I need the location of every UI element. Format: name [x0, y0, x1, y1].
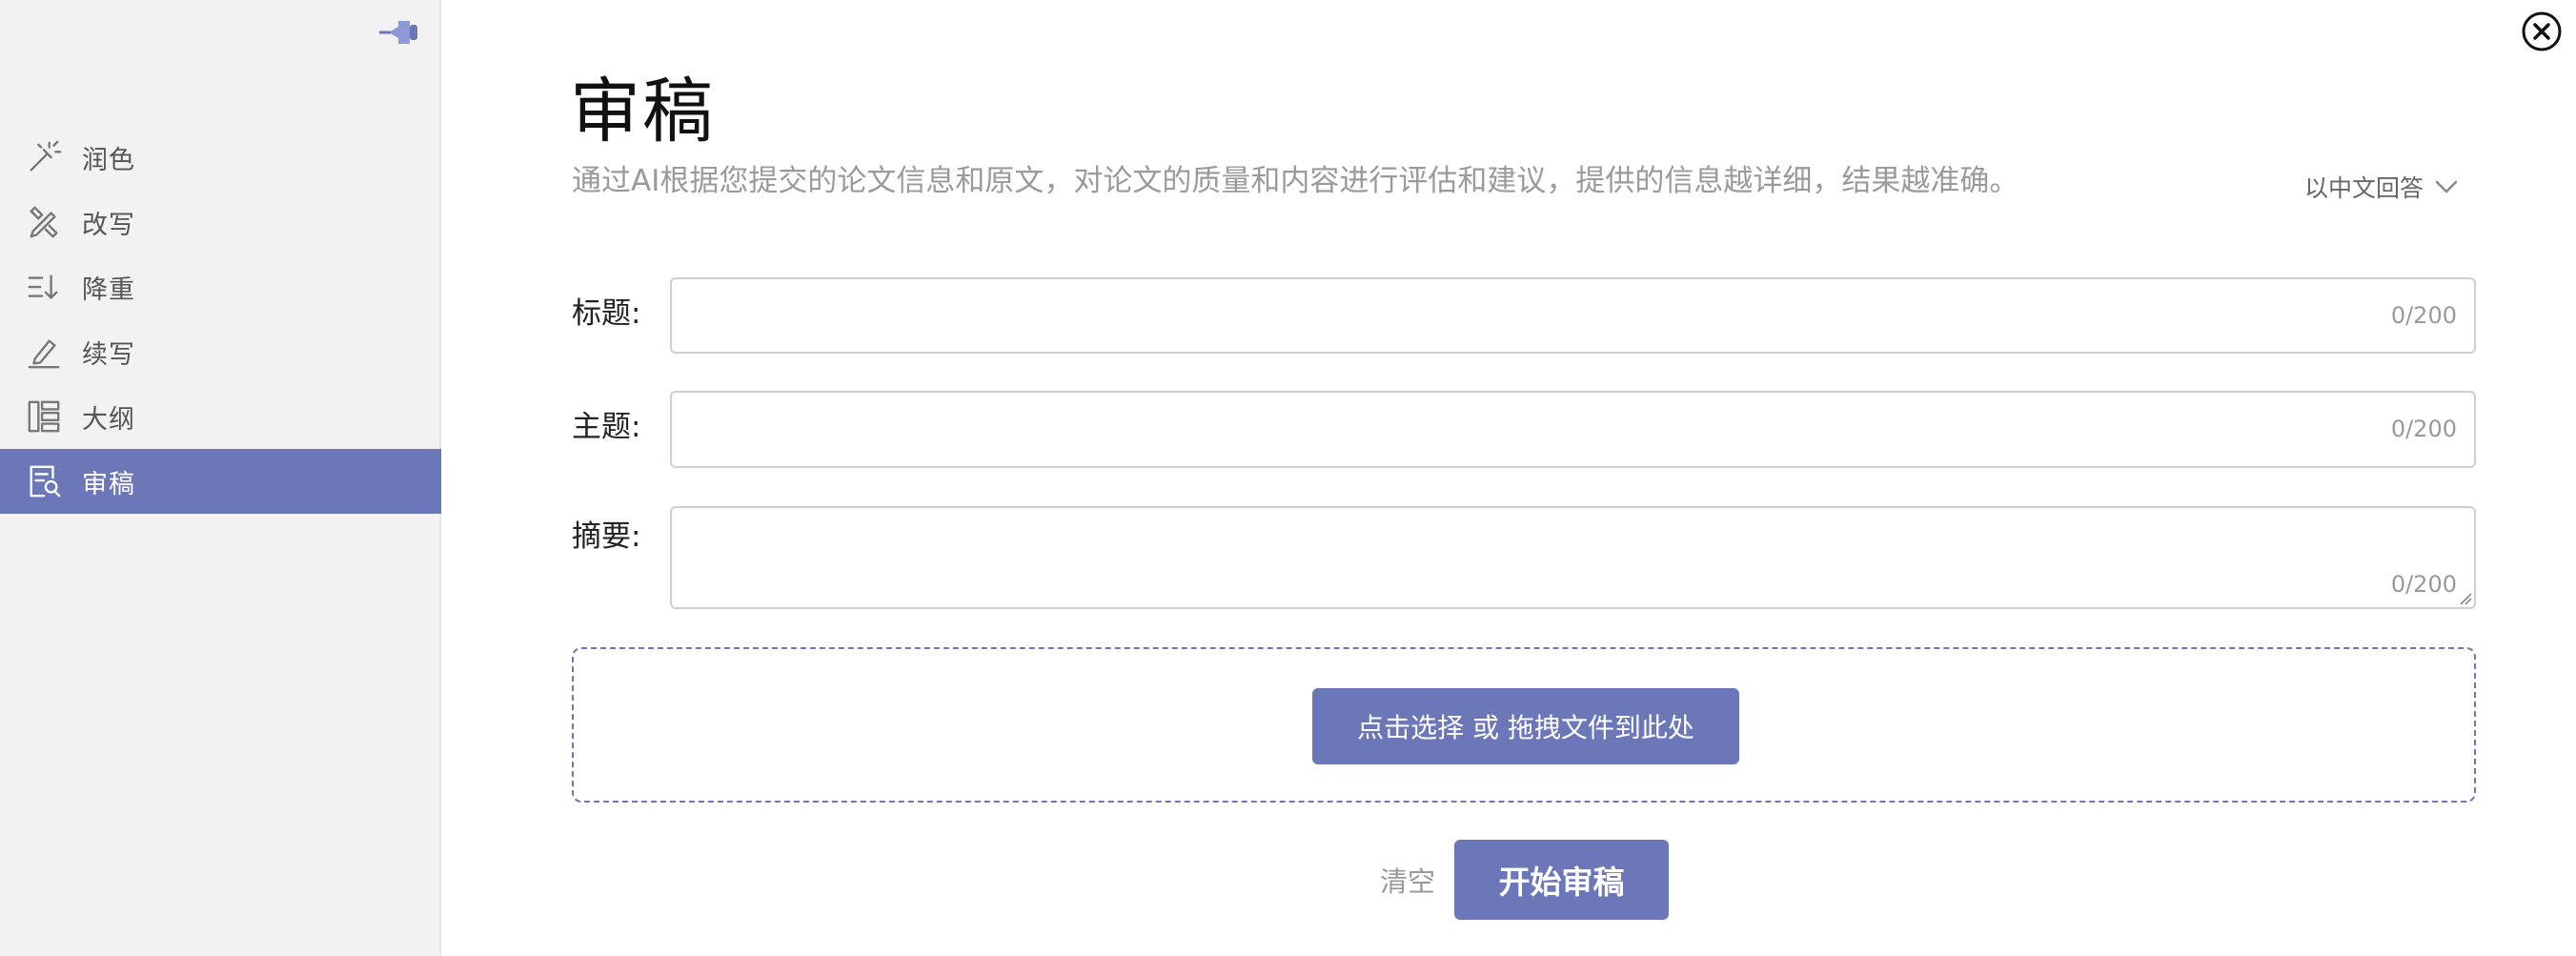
- title-char-counter: 0/200: [2390, 302, 2457, 329]
- close-icon: [2522, 11, 2562, 51]
- title-field-wrapper: 0/200: [670, 277, 2476, 354]
- page-title: 审稿: [570, 71, 715, 153]
- sidebar-item-dedupe[interactable]: 降重: [0, 254, 441, 319]
- page-description: 通过AI根据您提交的论文信息和原文，对论文的质量和内容进行评估和建议，提供的信息…: [572, 164, 2019, 198]
- clear-button[interactable]: 清空: [1380, 860, 1435, 900]
- file-drop-zone[interactable]: 点击选择 或 拖拽文件到此处: [572, 647, 2476, 803]
- sidebar-item-rewrite[interactable]: 改写: [0, 190, 441, 254]
- sidebar-item-outline[interactable]: 大纲: [0, 384, 441, 449]
- sidebar-item-label: 润色: [82, 145, 135, 175]
- chevron-down-icon: [2435, 180, 2458, 193]
- close-button[interactable]: [2521, 10, 2563, 52]
- sidebar-nav: 润色 改写 降重 续写 大纲 审稿: [0, 125, 441, 514]
- select-file-button[interactable]: 点击选择 或 拖拽文件到此处: [1312, 688, 1739, 764]
- title-field-label: 标题:: [572, 296, 641, 331]
- start-review-button[interactable]: 开始审稿: [1454, 840, 1669, 920]
- abstract-textarea[interactable]: [672, 508, 2474, 607]
- language-select[interactable]: 以中文回答: [2304, 170, 2460, 204]
- sidebar-item-label: 大纲: [82, 404, 135, 435]
- sidebar-item-label: 降重: [82, 275, 135, 305]
- magic-wand-icon: [25, 138, 63, 176]
- pen-icon: [25, 333, 63, 371]
- sidebar-item-review[interactable]: 审稿: [0, 449, 441, 514]
- resize-handle-icon[interactable]: [2459, 592, 2472, 605]
- language-select-label: 以中文回答: [2304, 174, 2424, 202]
- sidebar-item-label: 审稿: [82, 469, 135, 499]
- topic-input[interactable]: [672, 393, 2474, 466]
- abstract-field-label: 摘要:: [572, 519, 641, 554]
- topic-field-wrapper: 0/200: [670, 391, 2476, 468]
- abstract-char-counter: 0/200: [2390, 571, 2457, 598]
- topic-char-counter: 0/200: [2390, 416, 2457, 442]
- sidebar-item-polish[interactable]: 润色: [0, 125, 441, 190]
- abstract-field-wrapper: 0/200: [670, 506, 2476, 609]
- pin-icon[interactable]: [377, 13, 425, 51]
- sidebar-item-label: 改写: [82, 210, 135, 240]
- topic-field-label: 主题:: [572, 410, 641, 444]
- rewrite-icon: [25, 203, 63, 241]
- sidebar-item-label: 续写: [82, 339, 135, 370]
- review-icon: [25, 462, 63, 500]
- app-root: 润色 改写 降重 续写 大纲 审稿 审稿 通过AI根据您提交的论文信息和原文，对…: [0, 0, 2576, 956]
- outline-icon: [25, 397, 63, 436]
- sort-down-icon: [25, 268, 63, 306]
- title-input[interactable]: [672, 279, 2474, 352]
- sidebar-item-continue[interactable]: 续写: [0, 319, 441, 384]
- sidebar: 润色 改写 降重 续写 大纲 审稿: [0, 0, 441, 956]
